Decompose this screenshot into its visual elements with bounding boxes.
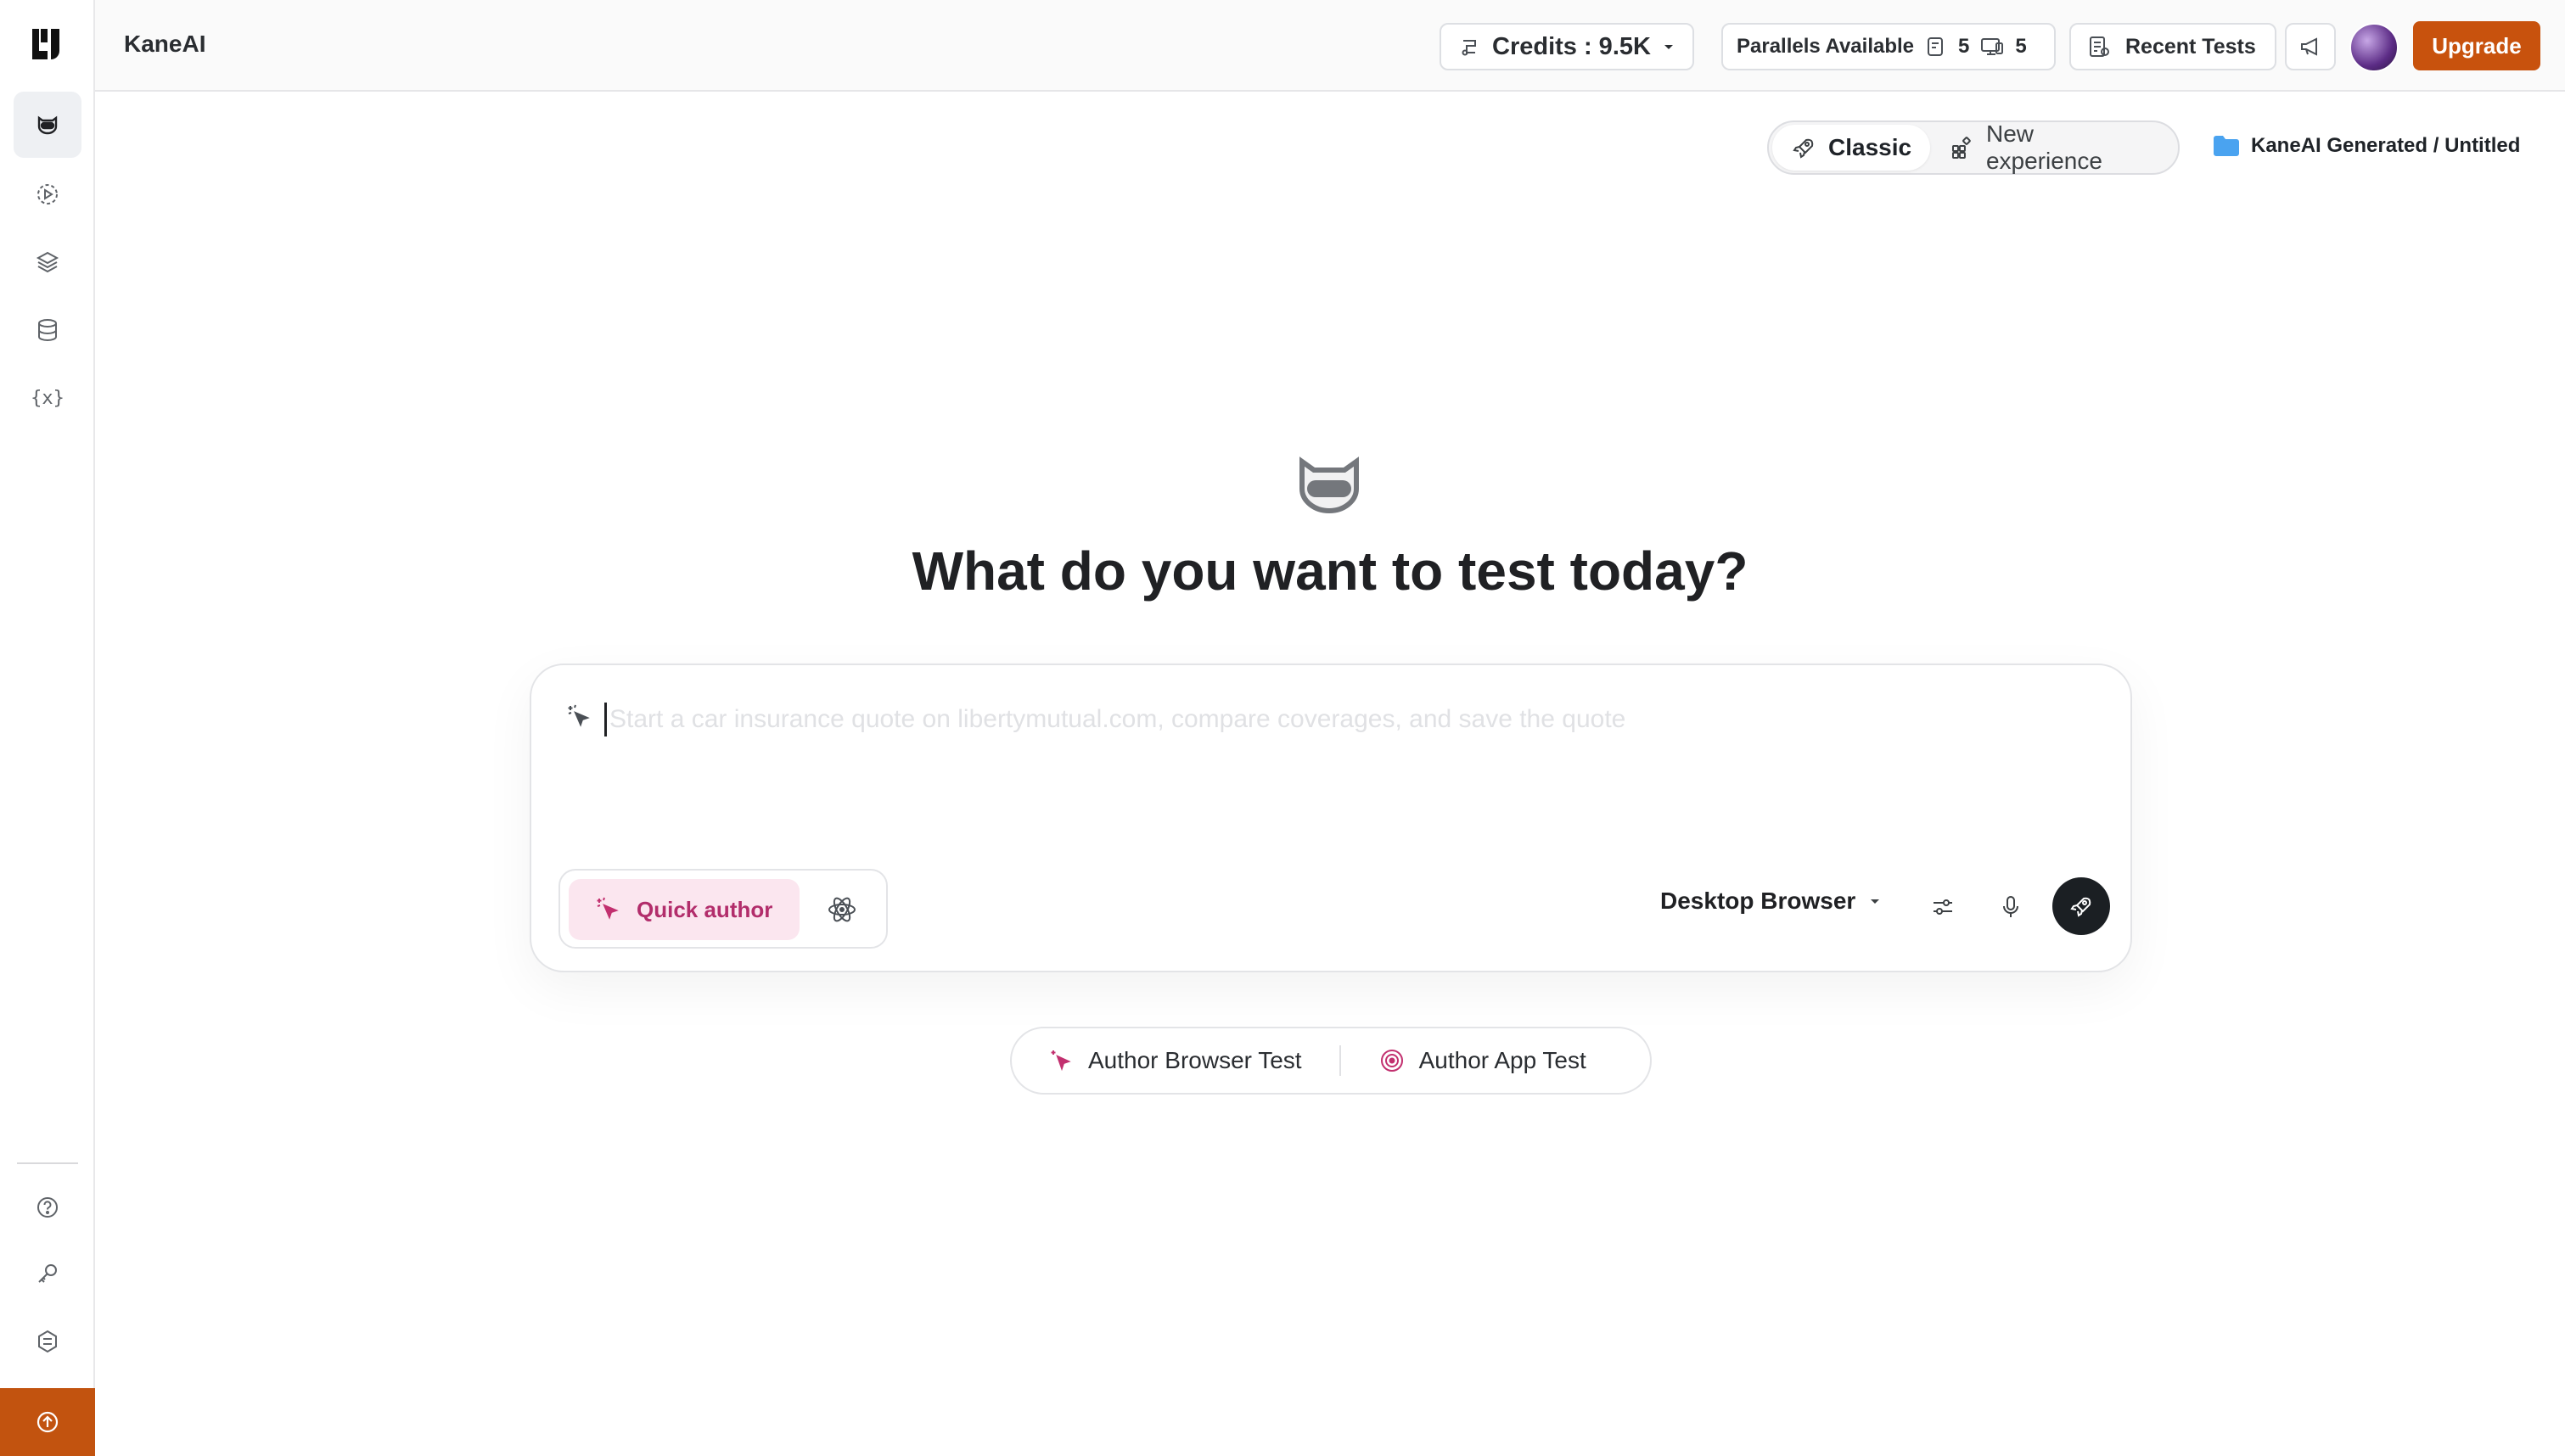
atom-icon (828, 897, 856, 922)
lambdatest-logo-icon[interactable] (29, 25, 66, 63)
sidebar-item-variables[interactable]: {x} (14, 365, 81, 431)
sparkle-cursor-icon (568, 704, 590, 727)
kane-bot-logo-icon (1299, 456, 1359, 513)
sidebar-item-help[interactable] (14, 1174, 81, 1240)
sidebar-item-layers[interactable] (14, 229, 81, 295)
folder-icon (2214, 136, 2239, 156)
author-browser-test-label: Author Browser Test (1088, 1047, 1302, 1073)
arrow-up-circle-icon (36, 1411, 59, 1433)
app-title: KaneAI (124, 31, 206, 57)
user-avatar[interactable] (2349, 23, 2399, 72)
author-app-test-button[interactable]: Author App Test (1341, 1028, 1624, 1093)
breadcrumb-path: KaneAI Generated / Untitled (2251, 134, 2521, 157)
sidebar-item-kaneai[interactable] (14, 92, 81, 158)
toggle-classic-label: Classic (1828, 134, 1912, 160)
database-icon (38, 319, 57, 341)
sidebar: {x} (0, 0, 95, 1456)
sidebar-item-test-runs[interactable] (14, 161, 81, 227)
credits-icon (1462, 40, 1476, 56)
sidebar-item-database[interactable] (14, 297, 81, 363)
rocket-icon (1793, 138, 1814, 159)
recent-tests-icon (2090, 36, 2109, 57)
layers-icon (36, 251, 59, 273)
grid-plus-icon (1952, 137, 1971, 159)
chevron-down-icon (1664, 45, 1673, 49)
author-options: Author Browser Test Author App Test (1010, 1027, 1652, 1095)
rocket-icon (2070, 897, 2091, 917)
test-run-icon (37, 184, 58, 204)
author-browser-test-button[interactable]: Author Browser Test (1012, 1028, 1339, 1093)
prompt-input[interactable] (609, 699, 2052, 740)
parallels-browser-count: 5 (1958, 35, 1970, 58)
key-icon (38, 1264, 57, 1283)
upgrade-button[interactable]: Upgrade (2413, 21, 2540, 70)
send-button[interactable] (2052, 877, 2110, 935)
megaphone-icon (2301, 37, 2317, 56)
settings-toggle-button[interactable] (1923, 888, 1962, 927)
integrations-icon (38, 1330, 57, 1353)
quick-author-label: Quick author (637, 896, 773, 922)
agent-mode-button[interactable] (815, 884, 869, 935)
kane-bot-icon (37, 115, 58, 135)
recent-tests-button[interactable]: Recent Tests (2069, 23, 2276, 70)
upgrade-sidebar-button[interactable] (0, 1388, 95, 1456)
hero-headline: What do you want to test today? (912, 540, 1748, 602)
sidebar-item-integrations[interactable] (14, 1308, 81, 1375)
announcements-button[interactable] (2285, 23, 2336, 70)
author-app-test-label: Author App Test (1418, 1047, 1586, 1073)
prompt-card: Quick author Desktop Browser (530, 664, 2132, 972)
text-caret (604, 703, 607, 736)
parallels-label: Parallels Available (1737, 35, 1915, 58)
help-icon (37, 1197, 58, 1218)
sidebar-item-access-key[interactable] (14, 1240, 81, 1307)
device-select-label: Desktop Browser (1660, 888, 1856, 914)
app-parallel-icon (1981, 38, 2004, 55)
microphone-icon (2003, 896, 2018, 917)
toggle-new-experience[interactable]: New experience (1930, 120, 2175, 174)
authoring-mode-group: Quick author (558, 869, 888, 949)
credits-label: Credits : 9.5K (1492, 32, 1651, 60)
sparkle-cursor-icon (1051, 1050, 1071, 1072)
quick-author-button[interactable]: Quick author (569, 879, 800, 940)
experience-toggle: Classic New experience (1767, 120, 2180, 175)
topbar: KaneAI Credits : 9.5K Parallels Availabl… (95, 0, 2565, 92)
toggle-classic[interactable]: Classic (1772, 125, 1931, 171)
credits-dropdown[interactable]: Credits : 9.5K (1440, 23, 1694, 70)
variables-icon: {x} (31, 387, 65, 409)
browser-parallel-icon (1928, 37, 1944, 56)
parallels-available[interactable]: Parallels Available 5 5 (1721, 23, 2056, 70)
parallels-app-count: 5 (2015, 35, 2027, 58)
sidebar-divider (17, 1162, 78, 1164)
sliders-icon (1934, 899, 1952, 915)
chevron-down-icon (1871, 899, 1880, 904)
recent-tests-label: Recent Tests (2125, 34, 2256, 59)
sparkle-cursor-icon (597, 897, 619, 920)
target-icon (1380, 1050, 1403, 1072)
breadcrumb[interactable]: KaneAI Generated / Untitled (2212, 134, 2520, 158)
toggle-new-experience-label: New experience (1985, 120, 2102, 174)
device-select[interactable]: Desktop Browser (1660, 888, 1883, 915)
microphone-button[interactable] (1991, 888, 2030, 927)
